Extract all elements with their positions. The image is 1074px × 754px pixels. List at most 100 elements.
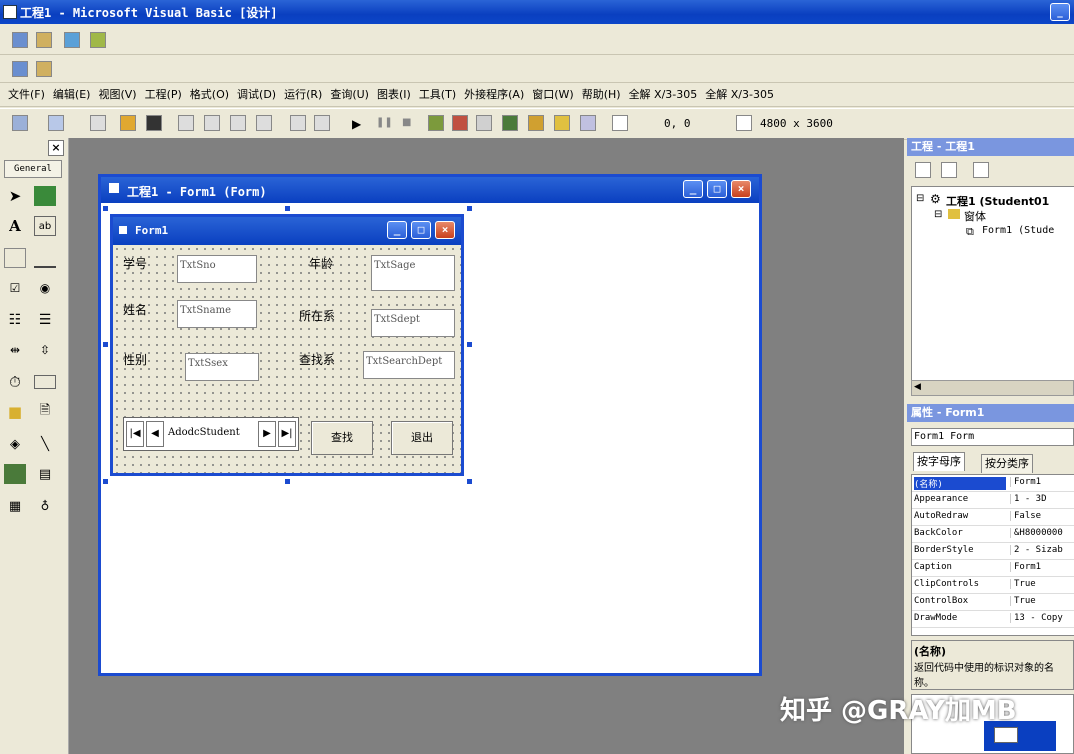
resize-handle[interactable]	[103, 479, 108, 484]
menu-extra-2[interactable]: 全解 X/3-305	[705, 84, 774, 106]
pause-icon[interactable]: ❚❚	[376, 117, 393, 128]
designer-title-bar[interactable]: 工程1 - Form1 (Form) _ □ ×	[101, 177, 759, 203]
view-object-icon[interactable]	[941, 162, 957, 178]
tab-categorized[interactable]: 按分类序	[981, 454, 1033, 473]
menu-editor-icon[interactable]	[64, 32, 80, 48]
copy-icon[interactable]	[204, 115, 220, 131]
menu-extra-1[interactable]: 全解 X/3-305	[629, 84, 698, 106]
property-row[interactable]: Appearance 1 - 3D	[912, 492, 1074, 509]
filelistbox-tool-icon[interactable]: 🗎	[34, 402, 56, 422]
move-next-icon[interactable]: ▶	[258, 421, 276, 447]
minimize-button[interactable]: _	[683, 180, 703, 198]
property-row[interactable]: AutoRedraw False	[912, 509, 1074, 526]
resize-handle[interactable]	[285, 206, 290, 211]
maximize-button[interactable]: □	[411, 221, 431, 239]
property-row[interactable]: ClipControls True	[912, 577, 1074, 594]
minimize-button[interactable]: _	[1050, 3, 1070, 21]
property-value[interactable]: 2 - Sizab	[1010, 545, 1074, 555]
horizontal-scrollbar[interactable]: ◀	[911, 380, 1074, 396]
close-button[interactable]: ×	[435, 221, 455, 239]
textbox-tool-icon[interactable]: ab	[34, 216, 56, 236]
collapse-icon[interactable]: ⊟	[934, 209, 942, 220]
dirlistbox-tool-icon[interactable]: ■	[4, 402, 26, 422]
frame-tool-icon[interactable]	[4, 248, 26, 268]
textbox-search-dept[interactable]: TxtSearchDept	[363, 351, 455, 379]
menu-window[interactable]: 窗口(W)	[532, 84, 573, 106]
property-value[interactable]: Form1	[1010, 477, 1074, 487]
tab-alphabetic[interactable]: 按字母序	[913, 452, 965, 471]
property-value[interactable]: Form1	[1010, 562, 1074, 572]
data-tool-icon[interactable]: ▤	[34, 464, 56, 484]
paste-icon[interactable]	[230, 115, 246, 131]
tree-project-root[interactable]: 工程1 (Student01	[946, 193, 1049, 209]
scroll-left-icon[interactable]: ◀	[914, 382, 921, 392]
ole-tool-icon[interactable]: ▦	[4, 496, 26, 516]
properties-window-icon[interactable]	[452, 115, 468, 131]
line-tool-icon[interactable]: ╲	[34, 434, 56, 454]
listbox-tool-icon[interactable]: ☰	[34, 310, 56, 330]
view-code-icon[interactable]	[915, 162, 931, 178]
run-icon[interactable]: ▶	[352, 117, 361, 131]
form1-design-grid[interactable]: 学号 TxtSno 年龄 TxtSage 姓名 TxtSname 所在系 Txt…	[113, 245, 461, 473]
menu-query[interactable]: 查询(U)	[330, 84, 369, 106]
textbox-ssex[interactable]: TxtSsex	[185, 353, 259, 381]
data-view-icon[interactable]	[554, 115, 570, 131]
optionbutton-tool-icon[interactable]: ◉	[34, 278, 56, 298]
property-row[interactable]: DrawMode 13 - Copy	[912, 611, 1074, 628]
shape-tool-icon[interactable]: ◈	[4, 434, 26, 454]
add-form-icon[interactable]	[36, 32, 52, 48]
add-project-dropdown-icon[interactable]	[12, 115, 28, 131]
menu-tools[interactable]: 工具(T)	[419, 84, 456, 106]
hscrollbar-tool-icon[interactable]: ⇹	[4, 340, 26, 360]
undo-icon[interactable]	[290, 115, 306, 131]
label-tool-icon[interactable]: A	[4, 216, 26, 236]
add-project-icon[interactable]	[12, 61, 28, 77]
add-project-icon[interactable]	[12, 32, 28, 48]
find-button[interactable]: 查找	[311, 421, 373, 455]
menu-file[interactable]: 文件(F)	[8, 84, 45, 106]
close-button[interactable]: ×	[731, 180, 751, 198]
menu-view[interactable]: 视图(V)	[98, 84, 136, 106]
resize-handle[interactable]	[103, 206, 108, 211]
move-previous-icon[interactable]: ◀	[146, 421, 164, 447]
toolbox-general-tab[interactable]: General	[4, 160, 62, 178]
drivelistbox-tool-icon[interactable]	[34, 375, 56, 389]
minimize-button[interactable]: _	[387, 221, 407, 239]
menu-addins[interactable]: 外接程序(A)	[464, 84, 524, 106]
resize-handle[interactable]	[467, 206, 472, 211]
menu-edit[interactable]: 编辑(E)	[53, 84, 91, 106]
move-last-icon[interactable]: ▶|	[278, 421, 296, 447]
component-manager-icon[interactable]	[580, 115, 596, 131]
timer-tool-icon[interactable]: ⏱	[4, 372, 26, 392]
open-project-icon[interactable]	[90, 32, 106, 48]
open-icon[interactable]	[120, 115, 136, 131]
resize-handle[interactable]	[285, 479, 290, 484]
add-form-dropdown-icon[interactable]	[48, 115, 64, 131]
object-browser-icon[interactable]	[502, 115, 518, 131]
add-form-icon[interactable]	[36, 61, 52, 77]
menu-debug[interactable]: 调试(D)	[237, 84, 276, 106]
form1-window[interactable]: Form1 _ □ × 学号 TxtSno 年龄 TxtSage 姓名 TxtS…	[110, 214, 464, 476]
tree-form1-item[interactable]: Form1 (Stude	[982, 225, 1054, 236]
object-selector[interactable]: Form1 Form	[911, 428, 1074, 446]
property-value[interactable]: False	[1010, 511, 1074, 521]
pointer-tool-icon[interactable]: ➤	[4, 186, 26, 206]
menu-editor-icon[interactable]	[90, 115, 106, 131]
move-first-icon[interactable]: |◀	[126, 421, 144, 447]
textbox-sname[interactable]: TxtSname	[177, 300, 257, 328]
tree-forms-folder[interactable]: 窗体	[964, 208, 986, 224]
property-row[interactable]: ControlBox True	[912, 594, 1074, 611]
property-value[interactable]: 1 - 3D	[1010, 494, 1074, 504]
property-row[interactable]: Caption Form1	[912, 560, 1074, 577]
commandbutton-tool-icon[interactable]	[34, 248, 56, 268]
checkbox-tool-icon[interactable]: ☑	[4, 278, 26, 298]
resize-handle[interactable]	[103, 342, 108, 347]
menu-project[interactable]: 工程(P)	[145, 84, 182, 106]
property-value[interactable]: 13 - Copy	[1010, 613, 1074, 623]
maximize-button[interactable]: □	[707, 180, 727, 198]
textbox-sage[interactable]: TxtSage	[371, 255, 455, 291]
property-value[interactable]: True	[1010, 579, 1074, 589]
property-row[interactable]: BackColor &H8000000	[912, 526, 1074, 543]
property-value[interactable]: &H8000000	[1010, 528, 1074, 538]
form1-title-bar[interactable]: Form1 _ □ ×	[113, 217, 461, 245]
